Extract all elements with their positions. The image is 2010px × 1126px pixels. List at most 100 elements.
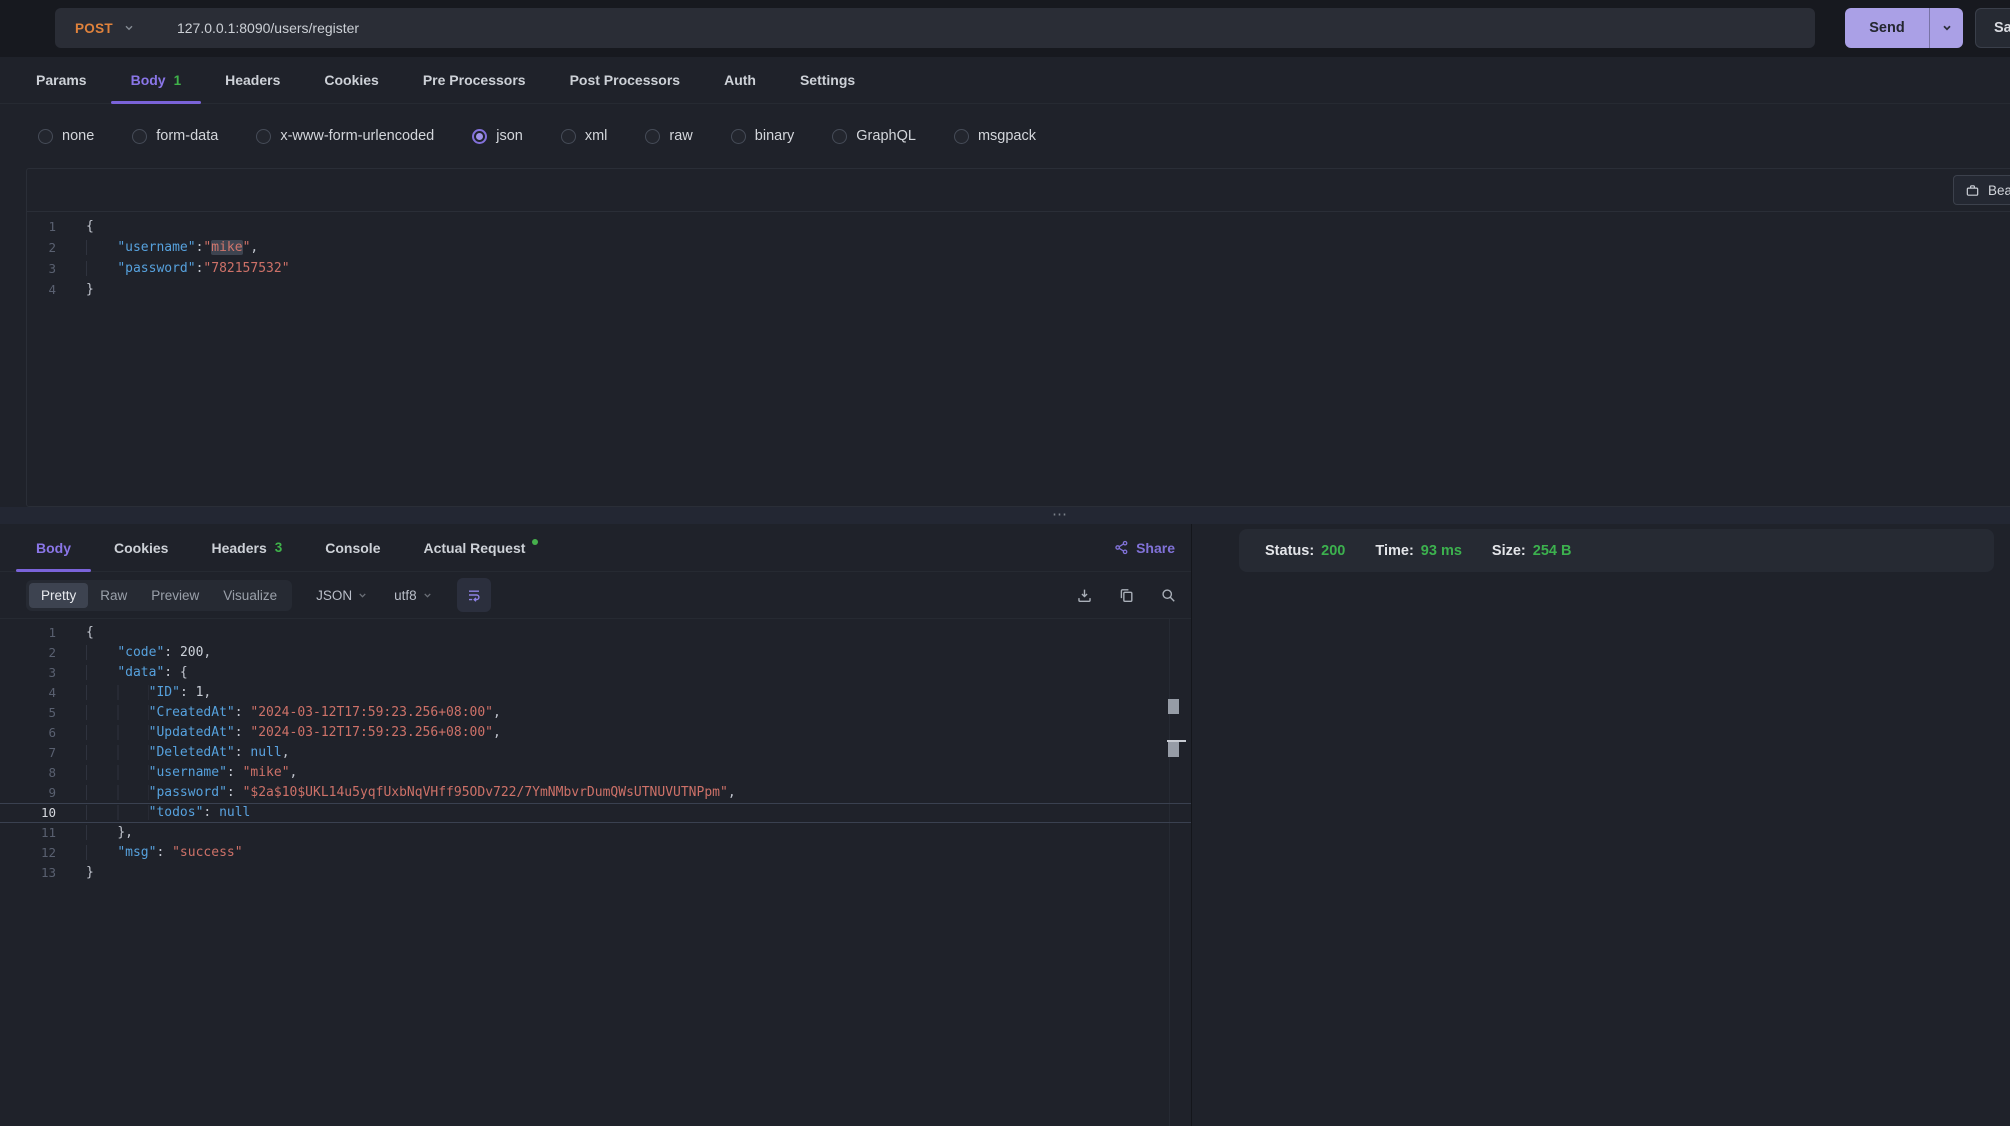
line-number: 9 [0,783,56,803]
body-type-form-data[interactable]: form-data [132,128,218,144]
line-number: 5 [0,703,56,723]
response-toolbar: PrettyRawPreviewVisualize JSON utf8 [0,572,1191,618]
tab-label: Headers [211,540,266,556]
share-button[interactable]: Share [1114,540,1175,556]
tab-label: Auth [724,72,756,88]
code-line: 6 "UpdatedAt": "2024-03-12T17:59:23.256+… [0,723,1191,743]
code-line: 3 "password":"782157532" [27,258,2010,279]
size-value: 254 B [1533,543,1572,559]
code-line: 2 "username":"mike", [27,237,2010,258]
size-meta: Size: 254 B [1492,543,1572,559]
line-number: 4 [27,279,56,300]
body-type-xml[interactable]: xml [561,128,608,144]
line-text: "password":"782157532" [86,258,290,279]
beautify-label: Beautify [1988,183,2010,198]
body-type-binary[interactable]: binary [731,128,795,144]
line-text: { [86,623,94,643]
code-line: 4} [27,279,2010,300]
body-type-graphql[interactable]: GraphQL [832,128,916,144]
tab-label: Params [36,72,87,88]
tab-label: Post Processors [570,72,681,88]
request-body-editor-lines[interactable]: 1{2 "username":"mike",3 "password":"7821… [27,212,2010,300]
response-tab-headers[interactable]: Headers3 [211,524,282,571]
line-text: "username":"mike", [86,237,258,258]
tab-body[interactable]: Body1 [131,57,182,103]
download-response-icon[interactable] [1076,587,1093,604]
radio-icon [731,129,746,144]
tab-headers[interactable]: Headers [225,57,280,103]
response-tool-icons [1076,587,1177,604]
view-mode-raw[interactable]: Raw [88,583,139,608]
radio-label: msgpack [978,128,1036,144]
tab-auth[interactable]: Auth [724,57,756,103]
line-number: 11 [0,823,56,843]
response-tab-console[interactable]: Console [325,524,380,571]
line-text: { [86,216,94,237]
word-wrap-icon [466,587,482,603]
line-text: "data": { [86,663,188,683]
copy-response-icon[interactable] [1118,587,1135,604]
line-text: "UpdatedAt": "2024-03-12T17:59:23.256+08… [86,723,501,743]
time-value: 93 ms [1421,543,1462,559]
tab-label: Headers [225,72,280,88]
drag-handle-icon[interactable]: ⋯ [1052,505,1069,523]
save-button-label: Save [1994,20,2010,36]
tab-params[interactable]: Params [36,57,87,103]
radio-label: form-data [156,128,218,144]
line-number: 8 [0,763,56,783]
search-response-icon[interactable] [1160,587,1177,604]
line-number: 7 [0,743,56,763]
line-text: "todos": null [86,803,250,823]
language-dropdown[interactable]: JSON [316,588,368,603]
beautify-button[interactable]: Beautify [1953,175,2010,205]
body-type-msgpack[interactable]: msgpack [954,128,1036,144]
beautify-icon [1965,183,1980,198]
overview-ruler-mark[interactable] [1168,742,1179,757]
language-value: JSON [316,588,352,603]
response-tab-body[interactable]: Body [36,524,71,571]
tab-post-processors[interactable]: Post Processors [570,57,681,103]
save-button[interactable]: Save [1975,8,2010,48]
line-text: "DeletedAt": null, [86,743,290,763]
method-chevron-down-icon[interactable] [123,22,135,34]
tab-label: Console [325,540,380,556]
code-line: 1{ [27,216,2010,237]
tab-label: Settings [800,72,855,88]
overview-ruler-mark[interactable] [1168,699,1179,714]
line-number: 1 [27,216,56,237]
code-line: 9 "password": "$2a$10$UKL14u5yqfUxbNqVHf… [0,783,1191,803]
request-tabs: Params Body1 Headers Cookies Pre Processors P… [0,57,2010,104]
send-button-label[interactable]: Send [1845,8,1929,48]
tab-cookies[interactable]: Cookies [324,57,378,103]
word-wrap-toggle[interactable] [457,578,491,612]
response-tab-actual-request[interactable]: Actual Request [423,524,538,571]
size-label: Size: [1492,543,1526,559]
radio-label: xml [585,128,608,144]
response-body-editor-lines[interactable]: 1{2 "code": 200,3 "data": {4 "ID": 1,5 "… [0,619,1191,883]
view-mode-preview[interactable]: Preview [139,583,211,608]
method-selector[interactable]: POST [75,21,113,36]
body-type-json[interactable]: json [472,128,523,144]
radio-icon [472,129,487,144]
request-url-bar-row: POST 127.0.0.1:8090/users/register Send … [0,0,2010,57]
send-button[interactable]: Send [1845,8,1963,48]
line-text: "code": 200, [86,643,211,663]
view-mode-visualize[interactable]: Visualize [211,583,289,608]
url-input[interactable]: POST 127.0.0.1:8090/users/register [55,8,1815,48]
line-text: "username": "mike", [86,763,297,783]
send-options-chevron-icon[interactable] [1929,8,1963,48]
tab-label: Body [131,72,166,88]
view-mode-pretty[interactable]: Pretty [29,583,88,608]
body-type-none[interactable]: none [38,128,94,144]
body-type-x-www-form-urlencoded[interactable]: x-www-form-urlencoded [256,128,434,144]
encoding-dropdown[interactable]: utf8 [394,588,433,603]
tab-settings[interactable]: Settings [800,57,855,103]
tab-pre-processors[interactable]: Pre Processors [423,57,526,103]
response-body-editor[interactable]: 1{2 "code": 200,3 "data": {4 "ID": 1,5 "… [0,618,1191,1126]
url-value[interactable]: 127.0.0.1:8090/users/register [177,20,359,36]
panel-resize-divider[interactable]: ⋯ [0,507,2010,524]
request-body-editor: Beautify 1{2 "username":"mike",3 "passwo… [26,168,2010,507]
response-tab-cookies[interactable]: Cookies [114,524,168,571]
tab-label: Pre Processors [423,72,526,88]
body-type-raw[interactable]: raw [645,128,692,144]
